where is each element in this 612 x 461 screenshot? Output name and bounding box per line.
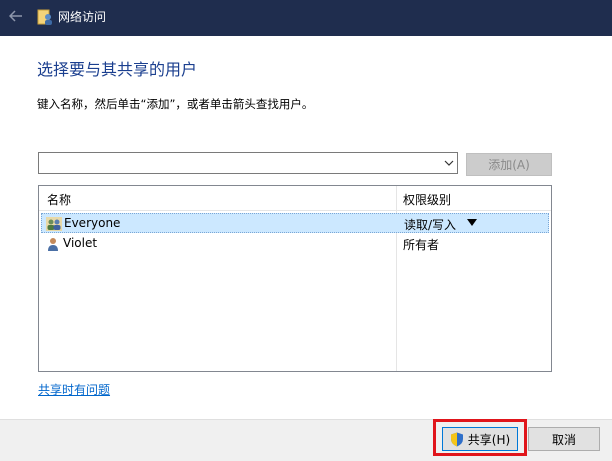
user-name-input[interactable] [39,153,435,173]
user-permission-list[interactable]: 名称 权限级别 Everyone 读取/写入 Violet 所有者 [38,185,552,372]
window-title: 网络访问 [58,10,107,24]
list-header: 名称 权限级别 [39,186,551,211]
row-name: Violet [63,236,98,250]
instructions-text: 键入名称，然后单击“添加”，或者单击箭头查找用户。 [37,97,314,111]
permission-dropdown-icon[interactable] [467,219,477,227]
list-item-violet[interactable]: Violet 所有者 [41,234,549,254]
user-combo-box[interactable] [38,152,458,174]
add-button[interactable]: 添加(A) [466,153,552,176]
back-button[interactable] [6,5,26,27]
user-icon [48,238,58,251]
row-permission: 读取/写入 [404,218,457,232]
group-icon [46,217,62,231]
row-name: Everyone [64,216,121,230]
column-header-permission[interactable]: 权限级别 [403,191,451,208]
list-item-everyone[interactable]: Everyone 读取/写入 [41,213,549,233]
network-access-icon [37,9,52,25]
column-header-name[interactable]: 名称 [47,191,71,208]
row-permission: 所有者 [403,238,440,252]
back-arrow-icon [9,10,22,22]
page-title: 选择要与其共享的用户 [37,60,198,79]
sharing-help-link[interactable]: 共享时有问题 [38,381,110,398]
title-bar: 网络访问 [0,0,612,36]
cancel-button[interactable]: 取消 [528,427,600,451]
chevron-down-icon[interactable] [444,158,454,168]
share-button-highlight [433,419,527,456]
